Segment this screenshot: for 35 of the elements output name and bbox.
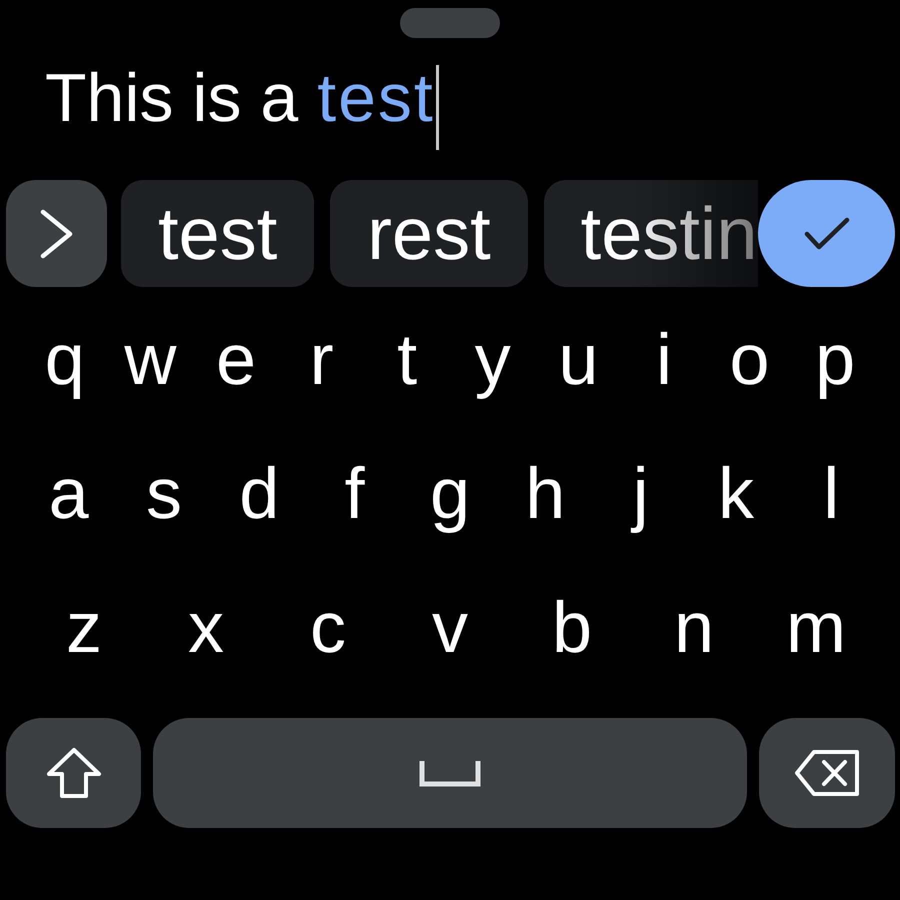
shift-key[interactable] xyxy=(6,718,141,828)
letter-key[interactable]: o xyxy=(730,324,770,396)
letter-key[interactable]: z xyxy=(66,592,102,664)
chevron-right-icon xyxy=(40,208,74,258)
suggestion-chip[interactable]: rest xyxy=(330,180,528,287)
letter-key[interactable]: c xyxy=(310,592,346,664)
letter-key[interactable]: x xyxy=(188,592,224,664)
typed-text: This is a xyxy=(45,59,298,138)
check-icon xyxy=(804,216,850,250)
expand-button[interactable] xyxy=(6,180,107,287)
letter-key[interactable]: s xyxy=(146,458,182,530)
letter-key[interactable]: k xyxy=(718,458,754,530)
letter-key[interactable]: b xyxy=(552,592,592,664)
composing-word: test xyxy=(317,59,435,138)
letter-key[interactable]: d xyxy=(239,458,280,530)
letter-key[interactable]: w xyxy=(124,324,176,396)
text-input-field[interactable]: This is a test xyxy=(45,56,439,150)
letter-key[interactable]: v xyxy=(432,592,468,664)
letter-key[interactable]: l xyxy=(823,458,840,530)
letter-key[interactable]: h xyxy=(525,458,566,530)
letter-key[interactable]: i xyxy=(656,324,672,396)
space-icon xyxy=(419,759,481,787)
letter-key[interactable]: e xyxy=(216,324,256,396)
suggestion-chip[interactable]: test xyxy=(121,180,314,287)
letter-key[interactable]: u xyxy=(558,324,598,396)
letter-key[interactable]: f xyxy=(344,458,365,530)
letter-key[interactable]: n xyxy=(674,592,714,664)
suggestion-chip[interactable]: testin xyxy=(544,180,758,287)
letter-key[interactable]: t xyxy=(397,324,418,396)
drag-handle[interactable] xyxy=(400,8,500,38)
backspace-icon xyxy=(794,749,860,797)
backspace-key[interactable] xyxy=(759,718,895,828)
letter-key[interactable]: m xyxy=(786,592,846,664)
letter-key[interactable]: a xyxy=(48,458,89,530)
letter-key[interactable]: r xyxy=(310,324,334,396)
